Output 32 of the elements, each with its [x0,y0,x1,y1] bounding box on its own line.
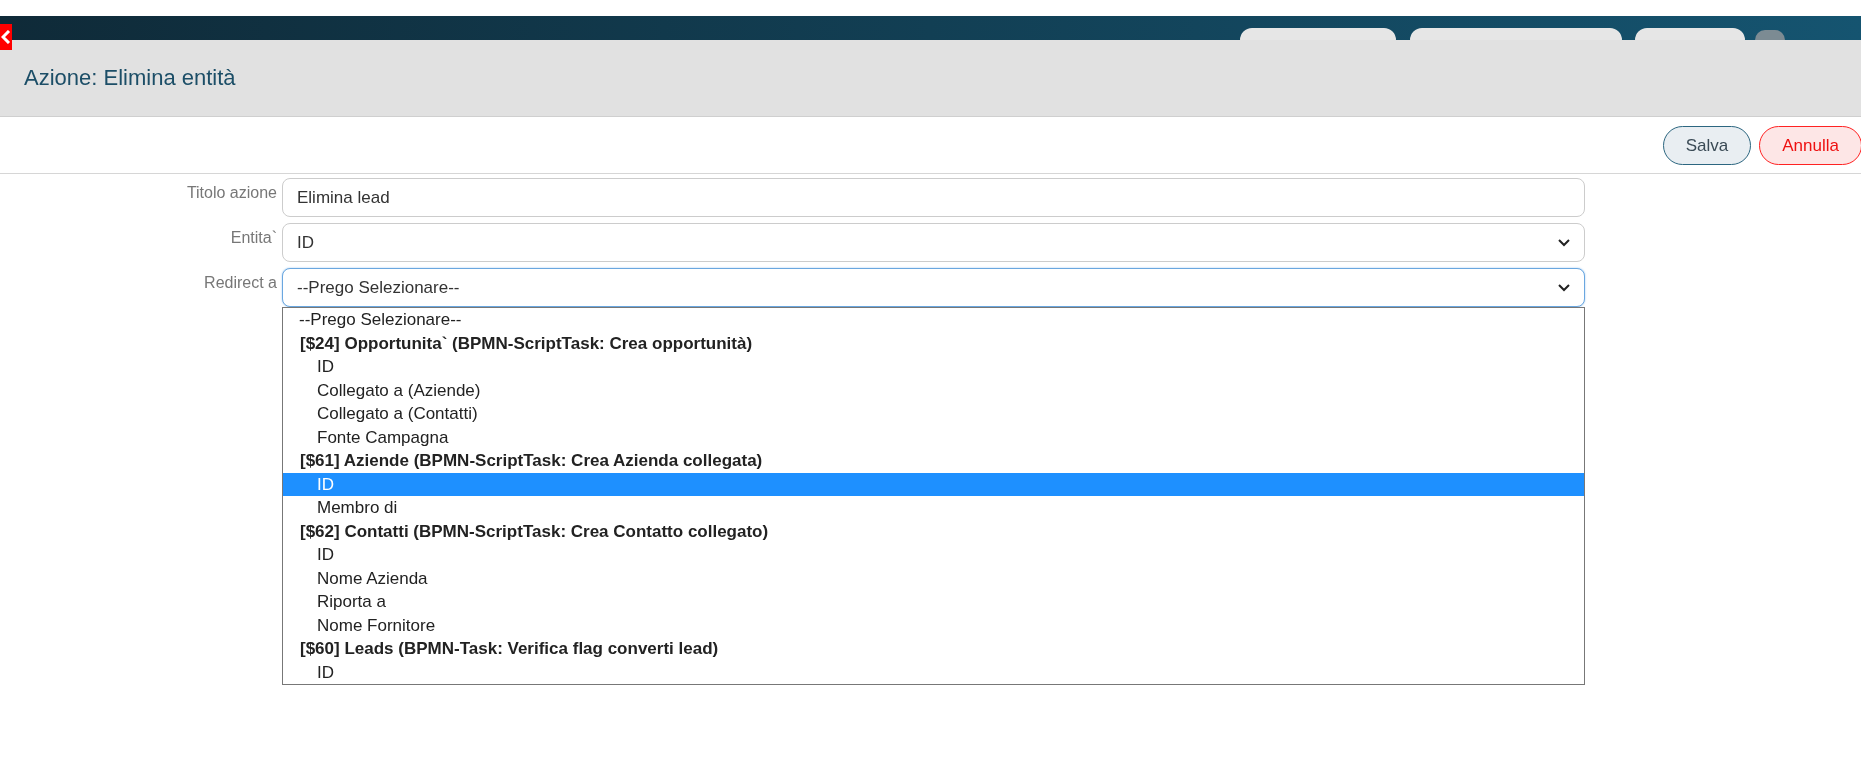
option-group-label: [$62] Contatti (BPMN-ScriptTask: Crea Contatto collegato) [299,520,770,543]
option-group-label: [$61] Aziende (BPMN-ScriptTask: Crea Azienda collegata) [299,450,764,472]
back-button[interactable] [0,24,12,50]
select-field[interactable]: --Prego Selezionare-- [282,268,1585,307]
dropdown-option[interactable]: Collegato a (Aziende) [283,378,1584,402]
page-title: Azione: Elimina entità [24,65,236,91]
dropdown-option[interactable]: Riporta a [283,590,1584,614]
avatar-icon[interactable] [1755,30,1785,40]
field-label: Redirect a [203,273,278,292]
nav-tab[interactable] [1240,28,1396,40]
select-field[interactable]: ID [282,223,1585,262]
dropdown-option[interactable]: ID [283,543,1584,567]
field-label: Entita` [229,228,278,247]
dropdown-option[interactable]: Nome Fornitore [283,613,1584,637]
input-field[interactable]: Elimina lead [282,178,1585,217]
nav-tab[interactable] [1635,28,1745,40]
chevron-left-icon [1,30,11,44]
cancel-button[interactable]: Annulla [1759,126,1861,165]
dropdown-option[interactable]: ID [283,355,1584,379]
dropdown-option[interactable]: ID [283,660,1584,684]
dropdown-option[interactable]: Membro di [283,496,1584,520]
save-button[interactable]: Salva [1662,126,1752,165]
dropdown-option[interactable]: Nome Azienda [283,566,1584,590]
chevron-down-icon [1558,283,1570,292]
dropdown-option[interactable]: Collegato a (Contatti) [283,402,1584,426]
dropdown-option[interactable]: --Prego Selezionare-- [283,308,1584,332]
nav-tab[interactable] [1410,28,1622,40]
chevron-down-icon [1558,238,1570,247]
option-group-label: [$24] Opportunita` (BPMN-ScriptTask: Crea opportunità) [299,332,754,355]
field-label: Titolo azione [185,183,278,202]
dropdown-option[interactable]: Fonte Campagna [283,425,1584,449]
option-group-label: [$60] Leads (BPMN-Task: Verifica flag converti lead) [299,638,720,660]
